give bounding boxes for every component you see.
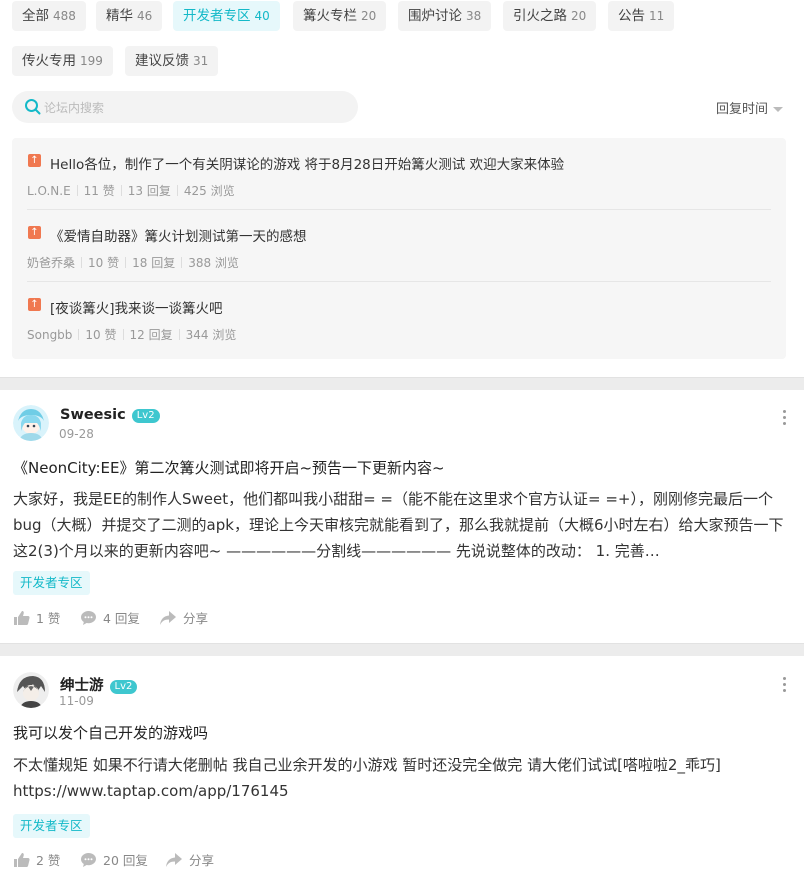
forum-search-bar[interactable] xyxy=(12,91,358,123)
pinned-post[interactable]: ↑ Hello各位，制作了一个有关阴谋论的游戏 将于8月28日开始篝火测试 欢迎… xyxy=(12,138,786,210)
author-name-text: Sweesic xyxy=(60,407,126,423)
pinned-posts: ↑ Hello各位，制作了一个有关阴谋论的游戏 将于8月28日开始篝火测试 欢迎… xyxy=(12,138,786,359)
tab-count: 199 xyxy=(80,54,103,68)
reply-button[interactable]: 20 回复 xyxy=(80,850,148,869)
post-title[interactable]: 我可以发个自己开发的游戏吗 xyxy=(13,722,208,743)
more-options-icon[interactable] xyxy=(782,410,788,428)
like-button[interactable]: 2 赞 xyxy=(13,850,60,869)
pinned-post-meta: Songbb 10 赞 12 回复 344 浏览 xyxy=(27,326,236,343)
tab-label: 围炉讨论 xyxy=(408,8,462,24)
tab-label: 开发者专区 xyxy=(183,8,251,24)
pinned-post-views: 388 浏览 xyxy=(188,256,239,270)
tab-label: 公告 xyxy=(618,8,645,24)
tab-developer-zone[interactable]: 开发者专区 40 xyxy=(173,1,280,31)
avatar[interactable] xyxy=(13,672,49,708)
like-count: 2 赞 xyxy=(36,853,61,868)
top-arrow-icon: ↑ xyxy=(28,298,41,311)
pinned-post[interactable]: ↑ 《爱情自助器》篝火计划测试第一天的感想 奶爸乔桑 10 赞 18 回复 388 浏… xyxy=(12,210,786,282)
reply-button[interactable]: 4 回复 xyxy=(80,608,140,627)
pinned-post-meta: L.O.N.E 11 赞 13 回复 425 浏览 xyxy=(27,182,235,199)
post-card[interactable]: 绅士游 Lv2 11-09 我可以发个自己开发的游戏吗 不太懂规矩 如果不行请大佬… xyxy=(0,672,804,885)
tab-announcements[interactable]: 公告 11 xyxy=(608,1,675,31)
post-tag[interactable]: 开发者专区 xyxy=(13,571,90,595)
category-tabs: 全部 488 精华 46 开发者专区 40 篝火专栏 20 围炉讨论 38 引火之路 20 … xyxy=(0,0,804,90)
sort-dropdown[interactable]: 回复时间 xyxy=(716,98,784,117)
pinned-post-replies: 13 回复 xyxy=(127,184,171,198)
section-gap xyxy=(0,643,804,656)
tab-label: 篝火专栏 xyxy=(303,8,357,24)
like-button[interactable]: 1 赞 xyxy=(13,608,60,627)
tab-label: 全部 xyxy=(22,8,49,24)
pinned-post-title[interactable]: [夜谈篝火]我来谈一谈篝火吧 xyxy=(50,297,223,317)
pinned-post-likes: 10 赞 xyxy=(88,256,120,270)
post-tag[interactable]: 开发者专区 xyxy=(13,814,90,838)
post-date: 11-09 xyxy=(59,694,94,708)
post-card[interactable]: Sweesic Lv2 09-28 《NeonCity:EE》第二次篝火测试即将开… xyxy=(0,405,804,637)
tab-featured[interactable]: 精华 46 xyxy=(96,1,163,31)
section-gap xyxy=(0,377,804,390)
share-button[interactable]: 分享 xyxy=(159,608,208,627)
author-name[interactable]: 绅士游 Lv2 xyxy=(60,674,138,695)
thumbs-up-icon xyxy=(14,852,30,867)
share-icon xyxy=(160,610,176,625)
pinned-post[interactable]: ↑ [夜谈篝火]我来谈一谈篝火吧 Songbb 10 赞 12 回复 344 浏览 xyxy=(12,282,786,354)
pinned-post-replies: 12 回复 xyxy=(129,328,173,342)
tab-bonfire-column[interactable]: 篝火专栏 20 xyxy=(293,1,387,31)
reply-count: 4 回复 xyxy=(103,611,140,626)
tab-fire-passing[interactable]: 传火专用 199 xyxy=(12,46,113,76)
top-arrow-icon: ↑ xyxy=(28,154,41,167)
tab-label: 引火之路 xyxy=(513,8,567,24)
comment-icon xyxy=(81,852,96,867)
tab-feedback[interactable]: 建议反馈 31 xyxy=(125,46,219,76)
tab-ignition-road[interactable]: 引火之路 20 xyxy=(503,1,597,31)
level-badge: Lv2 xyxy=(131,409,160,423)
pinned-post-views: 344 浏览 xyxy=(185,328,237,342)
reply-count: 20 回复 xyxy=(103,853,148,868)
share-label: 分享 xyxy=(183,611,209,626)
level-badge: Lv2 xyxy=(109,680,138,694)
tab-count: 38 xyxy=(466,9,482,23)
pinned-post-author[interactable]: L.O.N.E xyxy=(27,184,71,198)
author-name-text: 绅士游 xyxy=(60,678,104,694)
tab-count: 20 xyxy=(361,9,377,23)
share-button[interactable]: 分享 xyxy=(165,850,214,869)
post-body[interactable]: 大家好，我是EE的制作人Sweet，他们都叫我小甜甜= =（能不能在这里求个官方… xyxy=(13,486,793,564)
sort-label: 回复时间 xyxy=(716,102,769,117)
tab-label: 精华 xyxy=(106,8,133,24)
like-count: 1 赞 xyxy=(36,611,61,626)
post-date: 09-28 xyxy=(59,427,94,441)
pinned-post-author[interactable]: Songbb xyxy=(27,328,72,342)
thumbs-up-icon xyxy=(14,610,30,625)
share-label: 分享 xyxy=(189,853,215,868)
search-input[interactable] xyxy=(42,97,346,119)
pinned-post-replies: 18 回复 xyxy=(132,256,176,270)
top-arrow-icon: ↑ xyxy=(28,226,41,239)
search-icon xyxy=(25,99,41,115)
pinned-post-author[interactable]: 奶爸乔桑 xyxy=(27,256,75,270)
tab-count: 20 xyxy=(571,9,587,23)
tab-label: 传火专用 xyxy=(22,53,76,69)
tab-count: 11 xyxy=(649,9,665,23)
pinned-post-meta: 奶爸乔桑 10 赞 18 回复 388 浏览 xyxy=(27,254,239,271)
comment-icon xyxy=(81,610,96,625)
pinned-post-title[interactable]: 《爱情自助器》篝火计划测试第一天的感想 xyxy=(50,225,307,245)
avatar[interactable] xyxy=(13,405,49,441)
caret-down-icon xyxy=(773,107,784,112)
pinned-post-title[interactable]: Hello各位，制作了一个有关阴谋论的游戏 将于8月28日开始篝火测试 欢迎大家… xyxy=(50,153,564,173)
tab-all[interactable]: 全部 488 xyxy=(12,1,86,31)
tab-count: 46 xyxy=(137,9,153,23)
tab-fireside-discussion[interactable]: 围炉讨论 38 xyxy=(398,1,492,31)
tab-label: 建议反馈 xyxy=(135,53,189,69)
pinned-post-likes: 10 赞 xyxy=(85,328,117,342)
share-icon xyxy=(166,852,182,867)
pinned-post-likes: 11 赞 xyxy=(83,184,115,198)
post-body[interactable]: 不太懂规矩 如果不行请大佬删帖 我自己业余开发的小游戏 暂时还没完全做完 请大佬… xyxy=(13,752,773,804)
pinned-post-views: 425 浏览 xyxy=(183,184,235,198)
tab-count: 31 xyxy=(193,54,209,68)
post-title[interactable]: 《NeonCity:EE》第二次篝火测试即将开启~预告一下更新内容~ xyxy=(13,457,445,478)
tab-count: 488 xyxy=(53,9,76,23)
author-name[interactable]: Sweesic Lv2 xyxy=(60,407,160,423)
tab-count: 40 xyxy=(254,9,270,23)
more-options-icon[interactable] xyxy=(782,677,788,695)
